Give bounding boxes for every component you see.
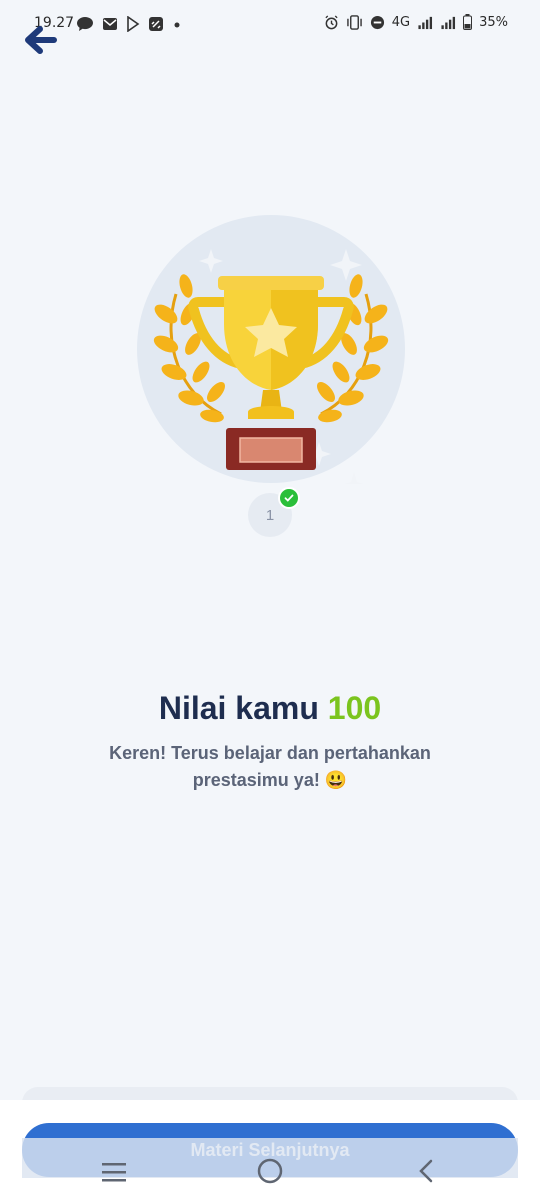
score-message-line2: prestasimu ya! 😃	[192, 770, 348, 790]
alarm-icon	[325, 14, 338, 29]
score-value: 100	[327, 690, 382, 726]
back-arrow-icon	[25, 26, 57, 54]
mail-icon	[103, 18, 117, 30]
sparkle-icon	[344, 472, 364, 484]
status-bar: 19.27 4G 35%	[0, 0, 540, 50]
navigation-bar	[0, 1145, 540, 1200]
nav-back-icon[interactable]	[414, 1157, 438, 1185]
dot-icon	[174, 22, 180, 28]
battery-level: 35%	[479, 14, 508, 30]
score-title-prefix: Nilai kamu	[158, 690, 319, 726]
score-title: Nilai kamu 100	[0, 690, 540, 727]
recent-apps-icon[interactable]	[100, 1160, 128, 1184]
trophy-illustration	[137, 215, 405, 484]
signal-icon	[418, 16, 433, 29]
score-message-line1: Keren! Terus belajar dan pertahankan	[109, 743, 431, 763]
notification-icons	[76, 16, 182, 32]
signal-icon	[441, 16, 456, 29]
vibrate-icon	[346, 14, 362, 30]
link-icon	[149, 17, 163, 31]
status-right: 4G 35%	[324, 14, 508, 30]
back-button[interactable]	[22, 24, 58, 56]
battery-icon	[463, 14, 473, 30]
network-label: 4G	[391, 14, 411, 30]
play-icon	[127, 16, 140, 32]
step-number: 1	[265, 506, 275, 524]
message-icon	[77, 17, 93, 31]
score-message: Keren! Terus belajar dan pertahankan pre…	[90, 740, 450, 794]
trophy-plaque	[239, 437, 303, 463]
home-icon[interactable]	[256, 1157, 284, 1185]
dnd-icon	[370, 15, 384, 29]
check-circle-icon	[278, 487, 300, 509]
